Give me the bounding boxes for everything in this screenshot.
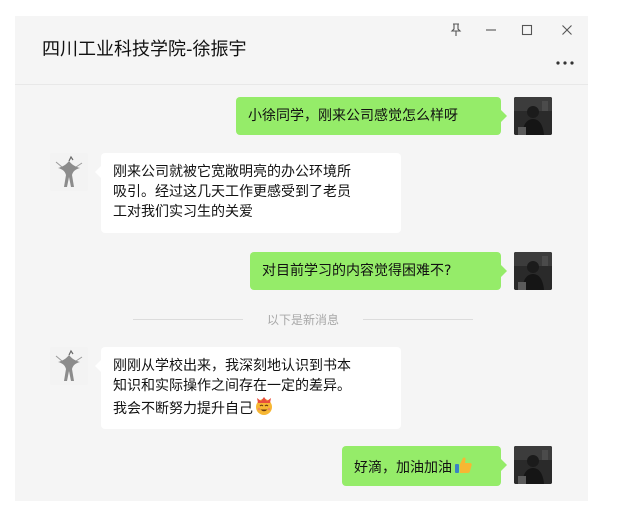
pin-icon[interactable] [446, 20, 466, 40]
maximize-icon[interactable] [517, 20, 537, 40]
peer-avatar[interactable] [50, 347, 88, 385]
message-bubble-incoming[interactable]: 刚来公司就被它宽敞明亮的办公环境所 吸引。经过这几天工作更感受到了老员 工对我们… [95, 153, 401, 233]
message-text: 刚来公司就被它宽敞明亮的办公环境所 吸引。经过这几天工作更感受到了老员 工对我们… [113, 164, 351, 220]
message-bubble-outgoing[interactable]: 好滴，加油加油 [342, 446, 507, 486]
message-text: 刚刚从学校出来，我深刻地认识到书本 知识和实际操作之间存在一定的差异。 我会不断… [113, 358, 351, 417]
chat-title: 四川工业科技学院-徐振宇 [42, 39, 247, 60]
minimize-icon[interactable] [481, 20, 501, 40]
separator-label: 以下是新消息 [266, 313, 339, 327]
message-bubble-outgoing[interactable]: 对目前学习的内容觉得困难不? [250, 252, 507, 290]
peer-avatar[interactable] [50, 153, 88, 191]
more-icon[interactable] [554, 52, 576, 66]
thumbs-up-emoji-icon [453, 455, 473, 481]
message-text: 对目前学习的内容觉得困难不? [262, 263, 452, 279]
message-bubble-outgoing[interactable]: 小徐同学，刚来公司感觉怎么样呀 [236, 97, 507, 135]
my-avatar[interactable] [514, 97, 552, 135]
face-emoji-icon [254, 396, 274, 422]
message-text: 小徐同学，刚来公司感觉怎么样呀 [248, 108, 458, 124]
new-messages-separator: 以下是新消息 [133, 311, 473, 327]
message-list[interactable]: 小徐同学，刚来公司感觉怎么样呀 刚来公司就被它宽敞明亮的办公环境所 吸引。经过这 [15, 85, 588, 501]
close-icon[interactable] [557, 20, 577, 40]
my-avatar[interactable] [514, 446, 552, 484]
message-bubble-incoming[interactable]: 刚刚从学校出来，我深刻地认识到书本 知识和实际操作之间存在一定的差异。 我会不断… [95, 347, 401, 429]
title-bar: 四川工业科技学院-徐振宇 [15, 16, 588, 84]
chat-window: 四川工业科技学院-徐振宇 小徐同学，刚来公司感觉怎么样呀 刚来公司就被它宽敞明亮… [15, 16, 588, 501]
my-avatar[interactable] [514, 252, 552, 290]
message-text: 好滴，加油加油 [354, 460, 452, 476]
